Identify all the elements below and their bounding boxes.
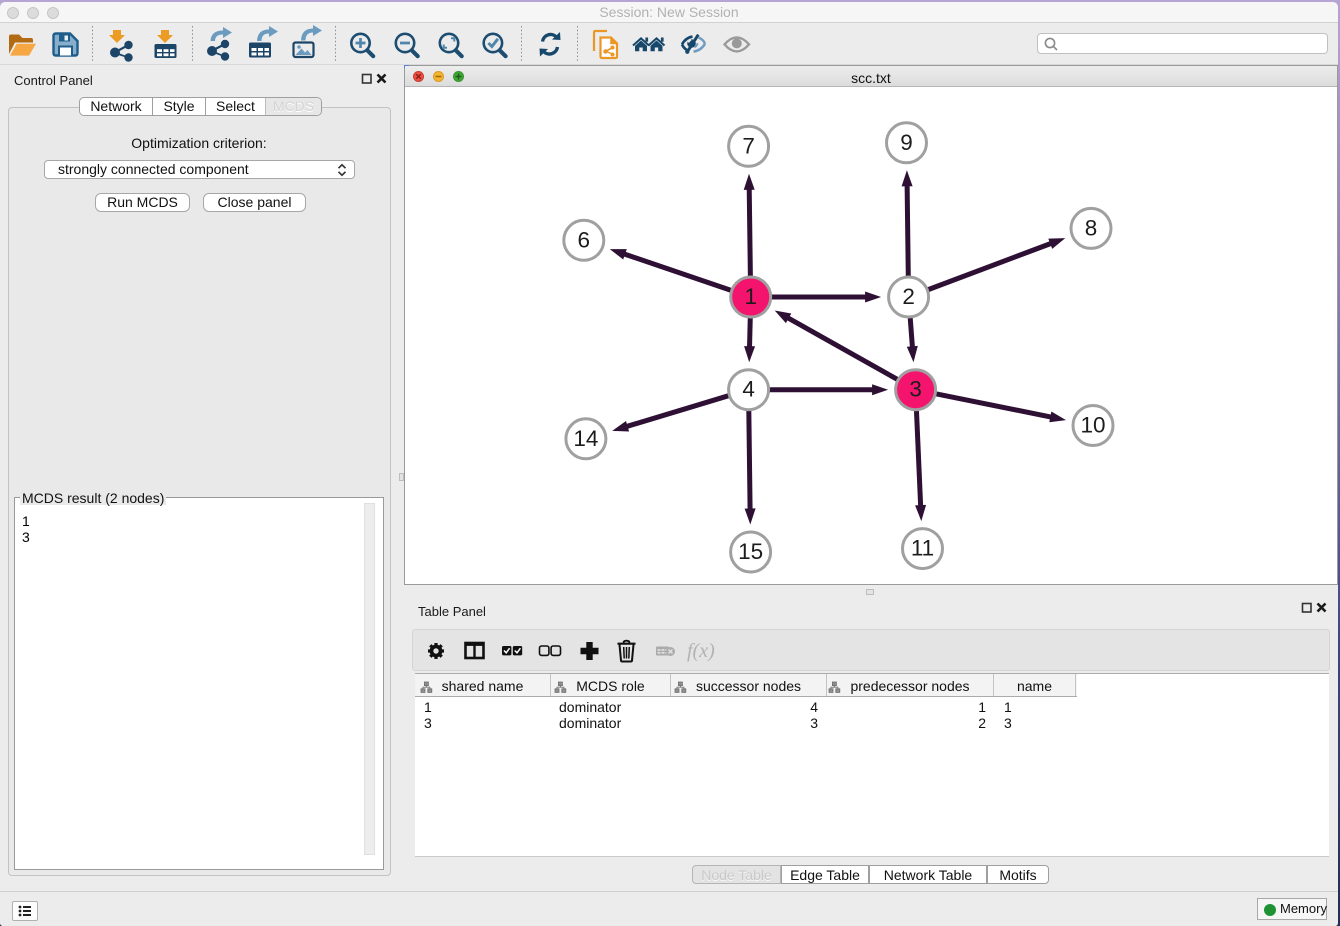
svg-text:3: 3 [909,377,922,402]
svg-text:1: 1 [744,284,757,309]
svg-text:8: 8 [1085,215,1098,240]
svg-text:2: 2 [902,284,915,309]
svg-text:6: 6 [578,227,591,252]
svg-text:10: 10 [1080,413,1105,438]
svg-text:14: 14 [573,426,598,451]
svg-text:11: 11 [911,536,934,561]
svg-text:f(x): f(x) [687,640,715,662]
svg-text:7: 7 [742,133,755,158]
svg-text:4: 4 [742,377,755,402]
svg-text:15: 15 [738,539,763,564]
svg-text:9: 9 [900,130,913,155]
